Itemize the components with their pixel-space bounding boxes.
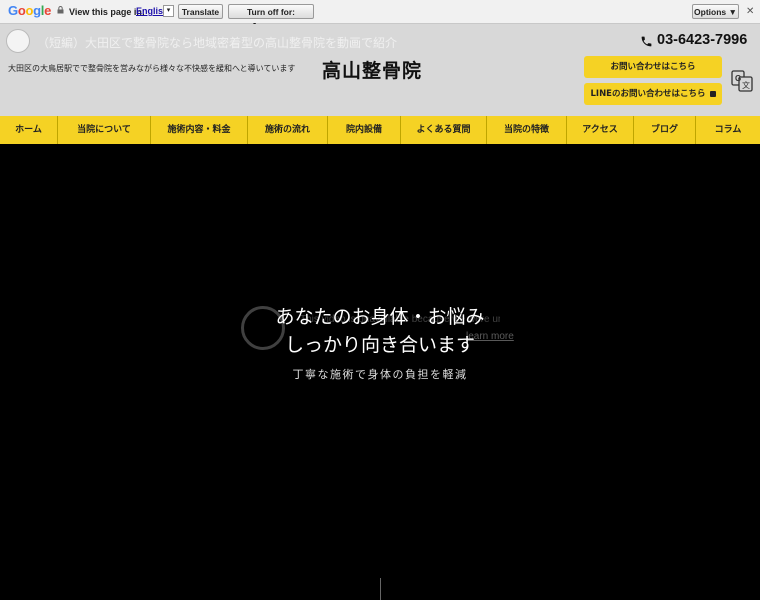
google-logo: Google xyxy=(8,3,52,18)
svg-text:G: G xyxy=(735,74,741,83)
nav-item-column[interactable]: コラム xyxy=(696,116,760,144)
svg-text:文: 文 xyxy=(742,80,750,90)
nav-item-features[interactable]: 当院の特徴 xyxy=(487,116,567,144)
external-link-icon xyxy=(709,90,716,97)
line-contact-button-label: LINEのお問い合わせはこちら xyxy=(590,89,706,99)
site-tagline: 大田区の大鳥居駅でで整骨院を営みながら様々な不快感を緩和へと導いています xyxy=(8,64,296,73)
contact-button[interactable]: お問い合わせはこちら xyxy=(584,56,722,78)
phone-number[interactable]: 03-6423-7996 xyxy=(657,32,747,48)
nav-item-about[interactable]: 当院について xyxy=(58,116,151,144)
video-title[interactable]: （短編）大田区で整骨院なら地域密着型の高山整骨院を動画で紹介 xyxy=(37,34,397,51)
nav-item-home[interactable]: ホーム xyxy=(0,116,58,144)
lock-icon xyxy=(57,6,64,14)
hero-subtitle: 丁寧な施術で身体の負担を軽減 xyxy=(292,368,468,381)
chevron-down-icon[interactable]: ▾ xyxy=(163,5,174,17)
nav-item-blog[interactable]: ブログ xyxy=(634,116,696,144)
site-title[interactable]: 高山整骨院 xyxy=(322,56,422,83)
hero-heading-line2: しっかり向き合います xyxy=(284,334,475,356)
nav-item-treatment[interactable]: 施術内容・料金 xyxy=(151,116,248,144)
line-contact-button[interactable]: LINEのお問い合わせはこちら xyxy=(584,83,722,105)
hero-heading-line1: あなたのお身体・お悩み xyxy=(275,306,485,328)
nav-item-faq[interactable]: よくある質問 xyxy=(401,116,487,144)
turn-off-button[interactable]: Turn off for: Japanese xyxy=(228,4,314,31)
nav-item-access[interactable]: アクセス xyxy=(567,116,634,144)
google-translate-bar: Google View this page in: English ▾ Tran… xyxy=(0,0,760,31)
contact-button-label: お問い合わせはこちら xyxy=(610,62,696,72)
scroll-indicator xyxy=(380,578,381,600)
nav-item-flow[interactable]: 施術の流れ xyxy=(248,116,328,144)
close-icon[interactable]: ✕ xyxy=(746,6,754,17)
translate-icon[interactable]: G 文 xyxy=(731,70,753,92)
translate-button[interactable]: Translate xyxy=(178,4,223,19)
main-nav: ホーム 当院について 施術内容・料金 施術の流れ 院内設備 よくある質問 当院の… xyxy=(0,116,760,144)
phone-icon xyxy=(641,36,652,47)
hero-video[interactable]: This video is unavailable because we wer… xyxy=(0,144,760,600)
options-button[interactable]: Options ▼ xyxy=(692,4,739,19)
site-header: （短編）大田区で整骨院なら地域密着型の高山整骨院を動画で紹介 03-6423-7… xyxy=(0,24,760,116)
translate-label: View this page in: xyxy=(69,7,145,17)
nav-item-facilities[interactable]: 院内設備 xyxy=(328,116,401,144)
video-channel-avatar[interactable] xyxy=(6,29,30,53)
